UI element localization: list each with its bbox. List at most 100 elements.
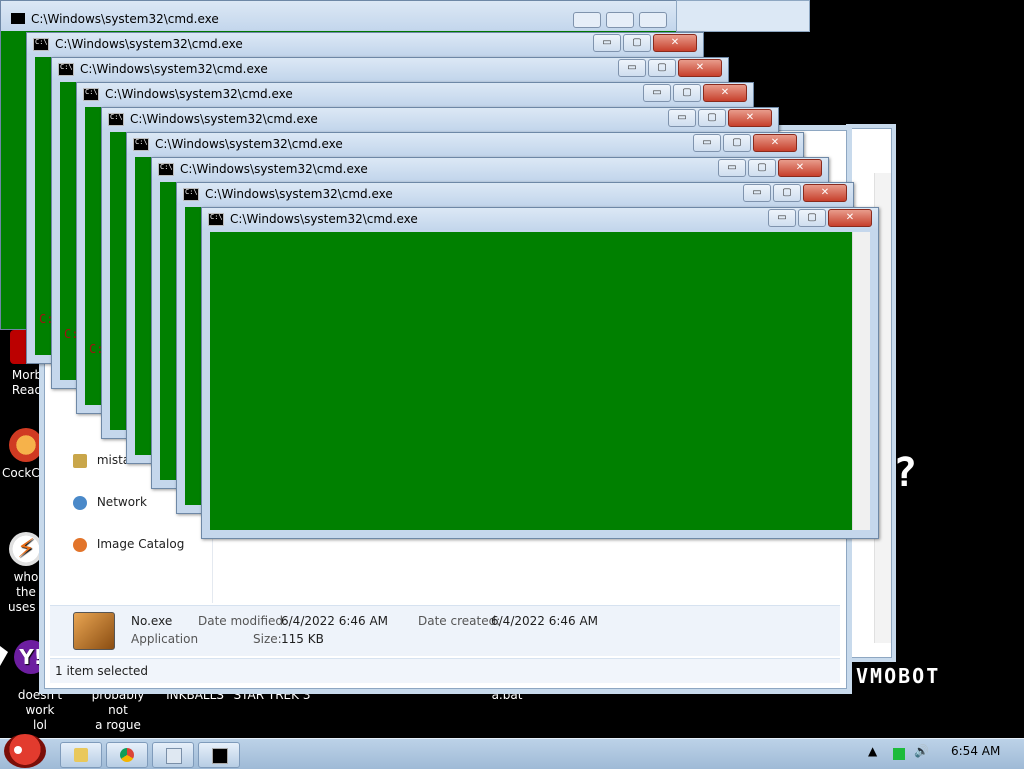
window-strip xyxy=(676,0,810,32)
minimize-button[interactable]: ▭ xyxy=(718,159,746,177)
cmd-icon xyxy=(212,748,228,764)
maximize-button[interactable]: ▢ xyxy=(673,84,701,102)
volume-icon[interactable]: 🔊 xyxy=(914,744,929,758)
cmd-titlebar[interactable]: C:\Windows\system32\cmd.exe ▭▢✕ xyxy=(177,183,853,205)
vmobot-watermark: VMOBOT xyxy=(856,664,941,688)
cmd-icon xyxy=(133,138,149,151)
network-tray-icon[interactable] xyxy=(893,748,905,760)
desktop-icon-inkballs[interactable]: INKBALLS xyxy=(160,688,230,703)
taskbar-chrome-button[interactable] xyxy=(106,742,148,768)
cmd-icon xyxy=(158,163,174,176)
taskbar-notepad-button[interactable] xyxy=(152,742,194,768)
close-button[interactable]: ✕ xyxy=(728,109,772,127)
minimize-button[interactable]: ▭ xyxy=(593,34,621,52)
cmd-icon xyxy=(208,213,224,226)
close-button[interactable]: ✕ xyxy=(703,84,747,102)
cmd-title: C:\Windows\system32\cmd.exe xyxy=(130,112,318,126)
minimize-button[interactable]: ▭ xyxy=(643,84,671,102)
desktop-icon-abat[interactable]: a.bat xyxy=(480,688,534,703)
maximize-button[interactable]: ▢ xyxy=(698,109,726,127)
desktop-icon-startrek[interactable]: STAR TREK 3 xyxy=(232,688,312,703)
window-controls: ▭ ▢ ✕ xyxy=(691,134,797,152)
console-scrollbar[interactable] xyxy=(852,232,870,530)
maximize-button[interactable]: ▢ xyxy=(748,159,776,177)
cmd-title: C:\Windows\system32\cmd.exe xyxy=(55,37,243,51)
cmd-window[interactable]: C:\Windows\system32\cmd.exe ▭▢✕ xyxy=(201,207,879,539)
maximize-button[interactable]: ▢ xyxy=(773,184,801,202)
nav-item-network[interactable]: Network xyxy=(73,495,147,510)
cmd-titlebar[interactable]: C:\Windows\system32\cmd.exe ▭▢✕ xyxy=(152,158,828,180)
close-button[interactable] xyxy=(639,12,667,28)
maximize-button[interactable]: ▢ xyxy=(623,34,651,52)
cmd-titlebar[interactable]: C:\Windows\system32\cmd.exe ▭▢✕ xyxy=(27,33,703,55)
minimize-button[interactable]: ▭ xyxy=(668,109,696,127)
desktop-icon-label: probably not a rogue xyxy=(91,688,145,732)
maximize-button[interactable]: ▢ xyxy=(723,134,751,152)
clock[interactable]: 6:54 AM xyxy=(951,744,1000,758)
nav-item-mista[interactable]: mista xyxy=(73,453,130,468)
close-button[interactable]: ✕ xyxy=(653,34,697,52)
desktop-icon-flash[interactable]: ⚡ who the uses t xyxy=(2,532,50,615)
cmd-titlebar[interactable]: C:\Windows\system32\cmd.exe ▭▢✕ xyxy=(77,83,753,105)
cmd-title: C:\Windows\system32\cmd.exe xyxy=(205,187,393,201)
start-button[interactable] xyxy=(4,734,46,768)
window-controls: ▭ ▢ ✕ xyxy=(716,159,822,177)
nav-item-image-catalog[interactable]: Image Catalog xyxy=(73,537,184,552)
ccleaner-icon xyxy=(9,428,43,462)
minimize-button[interactable]: ▭ xyxy=(768,209,796,227)
date-created-label: Date created: xyxy=(418,614,501,628)
window-controls: ▭ ▢ ✕ xyxy=(741,184,847,202)
angry-bird-icon xyxy=(14,746,22,754)
desktop-icon-label: who the uses t xyxy=(7,570,44,614)
close-button[interactable]: ✕ xyxy=(803,184,847,202)
cmd-icon xyxy=(83,88,99,101)
close-button[interactable]: ✕ xyxy=(753,134,797,152)
minimize-button[interactable]: ▭ xyxy=(618,59,646,77)
cmd-titlebar[interactable]: C:\Windows\system32\cmd.exe ▭▢✕ xyxy=(52,58,728,80)
window-controls: ▭ ▢ ✕ xyxy=(591,34,697,52)
desktop-icon-label: doesn't work lol xyxy=(17,688,63,732)
details-pane: No.exe Application Date modified: 6/4/20… xyxy=(50,605,840,656)
desktop-icon-ccleaner[interactable]: CockCle xyxy=(2,428,50,481)
minimize-button[interactable]: ▭ xyxy=(743,184,771,202)
cmd-titlebar[interactable]: C:\Windows\system32\cmd.exe xyxy=(1,1,677,31)
cmd-titlebar[interactable]: C:\Windows\system32\cmd.exe ▭▢✕ xyxy=(102,108,778,130)
cmd-console[interactable] xyxy=(210,232,870,530)
cmd-titlebar[interactable]: C:\Windows\system32\cmd.exe ▭▢✕ xyxy=(127,133,803,155)
status-bar: 1 item selected xyxy=(50,658,840,683)
cmd-title: C:\Windows\system32\cmd.exe xyxy=(31,12,219,26)
minimize-button[interactable]: ▭ xyxy=(693,134,721,152)
yahoo-icon: Y! xyxy=(14,640,48,674)
file-type: Application xyxy=(131,632,199,646)
desktop-icon-label: a.bat xyxy=(491,688,523,702)
desktop-icon-label: STAR TREK 3 xyxy=(233,688,311,702)
desktop-icon-rogue[interactable]: probably not a rogue xyxy=(80,688,156,733)
show-hidden-icons-button[interactable]: ▲ xyxy=(868,744,877,758)
network-icon xyxy=(73,495,87,510)
desktop-icon-label: INKBALLS xyxy=(166,688,224,702)
cmd-icon xyxy=(108,113,124,126)
cmd-icon xyxy=(183,188,199,201)
status-text: 1 item selected xyxy=(55,664,149,678)
taskbar-explorer-button[interactable] xyxy=(60,742,102,768)
cmd-titlebar[interactable]: C:\Windows\system32\cmd.exe ▭▢✕ xyxy=(202,208,878,230)
date-modified-value: 6/4/2022 6:46 AM xyxy=(281,614,389,628)
close-button[interactable]: ✕ xyxy=(678,59,722,77)
nav-item-label: Image Catalog xyxy=(96,537,185,551)
window-controls: ▭ ▢ ✕ xyxy=(616,59,722,77)
cmd-title: C:\Windows\system32\cmd.exe xyxy=(155,137,343,151)
close-button[interactable]: ✕ xyxy=(828,209,872,227)
maximize-button[interactable]: ▢ xyxy=(648,59,676,77)
minimize-button[interactable] xyxy=(573,12,601,28)
cmd-title: C:\Windows\system32\cmd.exe xyxy=(105,87,293,101)
size-label: Size: xyxy=(253,632,282,646)
explorer-icon xyxy=(74,748,88,762)
nav-item-label: Network xyxy=(96,495,147,509)
window-controls: ▭ ▢ ✕ xyxy=(666,109,772,127)
file-thumbnail-icon xyxy=(73,612,115,650)
maximize-button[interactable] xyxy=(606,12,634,28)
maximize-button[interactable]: ▢ xyxy=(798,209,826,227)
close-button[interactable]: ✕ xyxy=(778,159,822,177)
date-created-value: 6/4/2022 6:46 AM xyxy=(491,614,599,628)
taskbar-cmd-button[interactable] xyxy=(198,742,240,768)
